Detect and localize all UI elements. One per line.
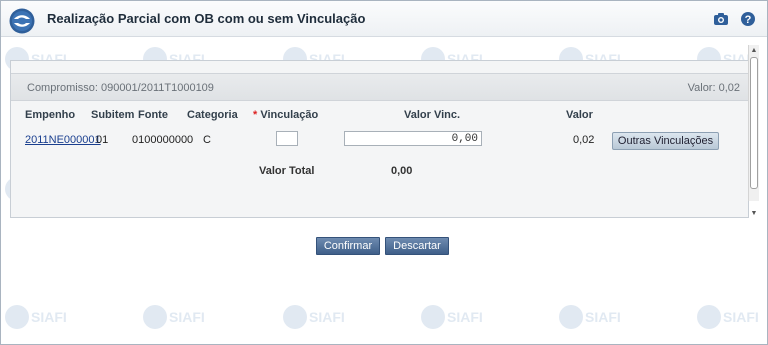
vertical-scrollbar[interactable]: ▲ ▼ bbox=[748, 45, 759, 217]
discard-button[interactable]: Descartar bbox=[385, 237, 449, 255]
cell-fonte: 0100000000 bbox=[132, 134, 194, 146]
required-marker: * bbox=[253, 109, 258, 121]
cell-valor: 0,02 bbox=[573, 134, 595, 146]
empenho-link[interactable]: 2011NE000001 bbox=[25, 134, 101, 146]
header-valor: Valor bbox=[566, 109, 593, 121]
outras-vinculacoes-button[interactable]: Outras Vinculações bbox=[612, 132, 719, 150]
svg-text:SIAFI: SIAFI bbox=[447, 309, 483, 325]
svg-text:SIAFI: SIAFI bbox=[585, 309, 621, 325]
scrollbar-thumb[interactable] bbox=[750, 57, 758, 189]
header-empenho: Empenho bbox=[25, 109, 76, 121]
header-fonte: Fonte bbox=[138, 109, 168, 121]
help-icon[interactable]: ? bbox=[740, 11, 756, 27]
vinculacao-input[interactable] bbox=[276, 131, 298, 146]
compromisso-panel: Compromisso: 090001/2011T1000109 Valor: … bbox=[10, 60, 749, 218]
header-categoria: Categoria bbox=[187, 109, 238, 121]
sigma-logo-icon bbox=[9, 8, 35, 34]
svg-text:SIAFI: SIAFI bbox=[309, 309, 345, 325]
watermark-logo: SIAFI bbox=[695, 301, 759, 333]
header-vinculacao: * Vinculação bbox=[253, 109, 318, 121]
compromisso-bar: Compromisso: 090001/2011T1000109 Valor: … bbox=[11, 73, 748, 101]
scroll-up-arrow-icon[interactable]: ▲ bbox=[749, 46, 759, 56]
cell-subitem: 01 bbox=[96, 134, 109, 146]
confirm-button[interactable]: Confirmar bbox=[316, 237, 380, 255]
page-title: Realização Parcial com OB com ou sem Vin… bbox=[47, 11, 366, 26]
svg-text:SIAFI: SIAFI bbox=[169, 309, 205, 325]
header-subitem: Subitem bbox=[91, 109, 135, 121]
scroll-down-arrow-icon[interactable]: ▼ bbox=[749, 209, 759, 219]
dialog-header: Realização Parcial com OB com ou sem Vin… bbox=[1, 1, 767, 37]
camera-icon[interactable] bbox=[713, 11, 729, 27]
header-valor-vinc: Valor Vinc. bbox=[404, 109, 461, 121]
dialog-window: SIAFI SIAFI SIAFI SIAFI SIAFI SIAFI SIAF… bbox=[0, 0, 768, 345]
svg-text:SIAFI: SIAFI bbox=[31, 309, 67, 325]
watermark-logo: SIAFI bbox=[557, 301, 621, 333]
watermark-logo: SIAFI bbox=[419, 301, 483, 333]
valor-total-value: 0,00 bbox=[391, 165, 413, 177]
svg-text:SIAFI: SIAFI bbox=[723, 309, 759, 325]
valor-vinc-input[interactable] bbox=[344, 131, 482, 146]
header-vinculacao-label: Vinculação bbox=[260, 109, 319, 121]
watermark-logo: SIAFI bbox=[3, 301, 67, 333]
svg-text:?: ? bbox=[745, 14, 752, 26]
compromisso-valor: Valor: 0,02 bbox=[687, 82, 740, 94]
compromisso-label: Compromisso: 090001/2011T1000109 bbox=[27, 82, 214, 94]
watermark-logo: SIAFI bbox=[141, 301, 205, 333]
valor-total-label: Valor Total bbox=[259, 165, 315, 177]
cell-categoria: C bbox=[203, 134, 211, 146]
watermark-logo: SIAFI bbox=[281, 301, 345, 333]
